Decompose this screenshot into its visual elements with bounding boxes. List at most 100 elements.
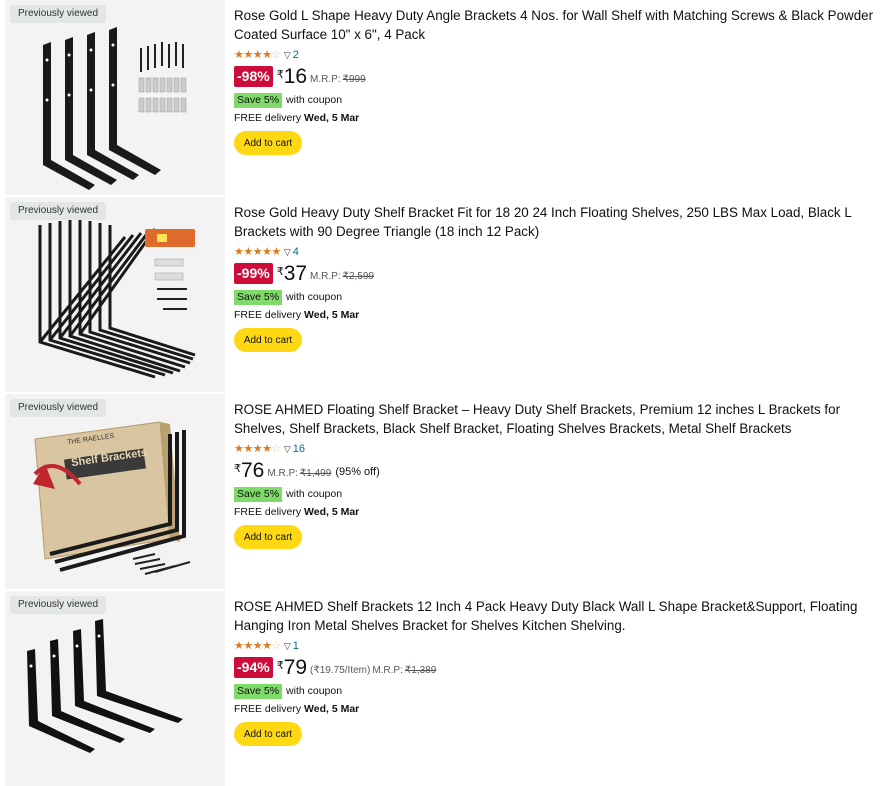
coupon-row: Save 5% with coupon xyxy=(234,289,883,305)
previously-viewed-badge: Previously viewed xyxy=(10,202,107,220)
percent-off: (95% off) xyxy=(335,466,380,478)
product-title[interactable]: ROSE AHMED Floating Shelf Bracket – Heav… xyxy=(234,401,883,438)
chevron-down-icon[interactable]: ▽ xyxy=(284,50,291,61)
unit-price: (₹19.75/Item) xyxy=(310,665,371,676)
star-rating: ★ ★ ★ ★ ☆ xyxy=(234,442,282,455)
star-full-icon: ★ xyxy=(252,442,263,455)
product-image[interactable]: Previously viewed xyxy=(5,591,225,786)
coupon-badge: Save 5% xyxy=(234,92,283,108)
product-image[interactable]: Previously viewed THE RAELLES Shelf Brac… xyxy=(5,394,225,589)
star-full-icon: ★ xyxy=(243,48,253,61)
product-card: Previously viewed ROSE AHMED Shelf Brack… xyxy=(0,591,887,786)
coupon-row: Save 5% with coupon xyxy=(234,486,883,502)
rating-count[interactable]: 4 xyxy=(293,246,299,258)
add-to-cart-button[interactable]: Add to cart xyxy=(234,328,302,352)
mrp-value: ₹999 xyxy=(342,74,366,85)
price-row: -99% ₹ 37 M.R.P: ₹2,599 xyxy=(234,263,883,287)
star-full-icon: ★ xyxy=(271,245,282,258)
star-full-icon: ★ xyxy=(243,639,253,652)
coupon-row: Save 5% with coupon xyxy=(234,92,883,108)
add-to-cart-button[interactable]: Add to cart xyxy=(234,131,302,155)
price: 76 xyxy=(241,459,265,482)
previously-viewed-badge: Previously viewed xyxy=(10,399,107,417)
product-image[interactable]: Previously viewed xyxy=(5,197,225,392)
currency-symbol: ₹ xyxy=(234,463,241,475)
star-full-icon: ★ xyxy=(234,245,244,258)
delivery-date: Wed, 5 Mar xyxy=(304,112,360,124)
delivery-prefix: FREE delivery xyxy=(234,506,302,518)
rating[interactable]: ★ ★ ★ ★ ☆ ▽ 16 xyxy=(234,441,883,457)
delivery-info: FREE delivery Wed, 5 Mar xyxy=(234,506,883,518)
discount-badge: -99% xyxy=(234,263,273,284)
coupon-badge: Save 5% xyxy=(234,683,283,699)
rating[interactable]: ★ ★ ★ ★ ☆ ▽ 1 xyxy=(234,638,883,654)
product-info: Rose Gold Heavy Duty Shelf Bracket Fit f… xyxy=(234,204,883,352)
rating-count[interactable]: 1 xyxy=(293,640,299,652)
chevron-down-icon[interactable]: ▽ xyxy=(284,641,291,652)
product-title[interactable]: ROSE AHMED Shelf Brackets 12 Inch 4 Pack… xyxy=(234,598,883,635)
price: 37 xyxy=(283,262,308,285)
delivery-prefix: FREE delivery xyxy=(234,112,302,124)
star-full-icon: ★ xyxy=(252,48,263,61)
mrp-label: M.R.P: xyxy=(372,665,403,676)
star-half-icon: ★ xyxy=(262,442,272,455)
product-title[interactable]: Rose Gold Heavy Duty Shelf Bracket Fit f… xyxy=(234,204,883,241)
rating[interactable]: ★ ★ ★ ★ ☆ ▽ 2 xyxy=(234,47,883,63)
mrp-value: ₹1,389 xyxy=(404,665,437,676)
star-half-icon: ★ xyxy=(262,639,272,652)
chevron-down-icon[interactable]: ▽ xyxy=(284,247,291,258)
triangle-brackets-icon xyxy=(38,219,196,379)
add-to-cart-button[interactable]: Add to cart xyxy=(234,525,302,549)
star-full-icon: ★ xyxy=(234,442,244,455)
star-full-icon: ★ xyxy=(234,639,244,652)
discount-badge: -98% xyxy=(234,66,273,87)
star-empty-icon: ☆ xyxy=(271,48,282,61)
price-row: -98% ₹ 16 M.R.P: ₹999 xyxy=(234,66,883,90)
coupon-badge: Save 5% xyxy=(234,486,283,502)
star-full-icon: ★ xyxy=(234,48,244,61)
previously-viewed-badge: Previously viewed xyxy=(10,5,107,23)
coupon-row: Save 5% with coupon xyxy=(234,683,883,699)
product-card: Previously viewed THE RAELLES Shelf Brac… xyxy=(0,394,887,589)
add-to-cart-button[interactable]: Add to cart xyxy=(234,722,302,746)
delivery-info: FREE delivery Wed, 5 Mar xyxy=(234,309,883,321)
mrp-value: ₹2,599 xyxy=(342,271,374,282)
price-row: ₹ 76 M.R.P: ₹1,499 (95% off) xyxy=(234,460,883,484)
rating[interactable]: ★ ★ ★ ★ ★ ▽ 4 xyxy=(234,244,883,260)
delivery-prefix: FREE delivery xyxy=(234,703,302,715)
delivery-info: FREE delivery Wed, 5 Mar xyxy=(234,703,883,715)
currency-symbol: ₹ xyxy=(276,266,284,278)
product-image[interactable]: Previously viewed xyxy=(5,0,225,195)
star-empty-icon: ☆ xyxy=(271,442,282,455)
delivery-date: Wed, 5 Mar xyxy=(304,506,360,518)
product-info: ROSE AHMED Floating Shelf Bracket – Heav… xyxy=(234,401,883,549)
l-shape-brackets-icon xyxy=(43,27,187,190)
delivery-date: Wed, 5 Mar xyxy=(304,309,360,321)
coupon-badge: Save 5% xyxy=(234,289,283,305)
delivery-prefix: FREE delivery xyxy=(234,309,302,321)
coupon-text: with coupon xyxy=(286,685,343,697)
coupon-text: with coupon xyxy=(286,291,343,303)
star-empty-icon: ☆ xyxy=(271,639,282,652)
mrp-label: M.R.P: xyxy=(310,271,341,282)
star-full-icon: ★ xyxy=(243,442,253,455)
rating-count[interactable]: 2 xyxy=(293,49,299,61)
level-icon xyxy=(145,229,195,247)
coupon-text: with coupon xyxy=(286,94,343,106)
previously-viewed-badge: Previously viewed xyxy=(10,596,107,614)
price: 16 xyxy=(283,65,308,88)
chevron-down-icon[interactable]: ▽ xyxy=(284,444,291,455)
product-info: Rose Gold L Shape Heavy Duty Angle Brack… xyxy=(234,7,883,155)
star-half-icon: ★ xyxy=(262,48,272,61)
product-title[interactable]: Rose Gold L Shape Heavy Duty Angle Brack… xyxy=(234,7,883,44)
discount-badge: -94% xyxy=(234,657,273,678)
l-shape-4-pack-icon xyxy=(27,619,183,753)
star-full-icon: ★ xyxy=(252,245,263,258)
currency-symbol: ₹ xyxy=(276,69,284,81)
currency-symbol: ₹ xyxy=(276,660,284,672)
mrp-label: M.R.P: xyxy=(267,468,298,479)
star-rating: ★ ★ ★ ★ ☆ xyxy=(234,48,282,61)
star-rating: ★ ★ ★ ★ ★ xyxy=(234,245,282,258)
rating-count[interactable]: 16 xyxy=(293,443,305,455)
delivery-info: FREE delivery Wed, 5 Mar xyxy=(234,112,883,124)
